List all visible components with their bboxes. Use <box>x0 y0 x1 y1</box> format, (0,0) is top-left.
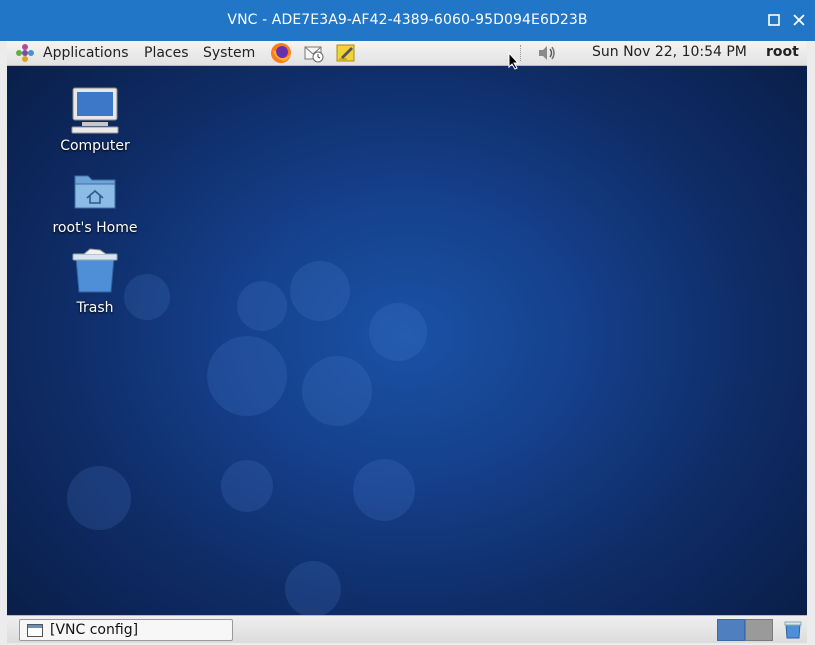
bokeh-decoration <box>207 336 287 416</box>
maximize-icon <box>768 14 780 26</box>
close-icon <box>793 14 805 26</box>
trash-applet-icon <box>784 621 802 639</box>
places-menu[interactable]: Places <box>144 44 189 62</box>
mail-launcher[interactable] <box>303 42 325 64</box>
panel-separator <box>520 45 523 61</box>
desktop-icon-label: Trash <box>76 300 114 316</box>
applications-label: Applications <box>43 45 129 61</box>
bokeh-decoration <box>290 261 350 321</box>
notes-icon <box>336 44 355 62</box>
desktop-icon-label: root's Home <box>52 220 138 236</box>
user-menu[interactable]: root <box>766 44 799 60</box>
window-titlebar: VNC - ADE7E3A9-AF42-4389-6060-95D094E6D2… <box>0 0 815 41</box>
close-button[interactable] <box>788 9 810 31</box>
window-icon <box>27 624 43 637</box>
mouse-cursor-icon <box>508 52 520 70</box>
bokeh-decoration <box>369 303 427 361</box>
home-folder-icon <box>74 175 116 209</box>
firefox-launcher[interactable] <box>270 42 292 64</box>
firefox-icon <box>271 43 291 63</box>
bottom-panel: [VNC config] <box>7 615 807 643</box>
bokeh-decoration <box>221 460 273 512</box>
volume-icon <box>539 46 555 60</box>
desktop-icon-home[interactable]: root's Home <box>45 168 145 236</box>
bokeh-decoration <box>353 459 415 521</box>
window-title: VNC - ADE7E3A9-AF42-4389-6060-95D094E6D2… <box>227 12 588 28</box>
task-label: [VNC config] <box>50 622 139 638</box>
top-panel: Applications Places System Sun Nov 22, 1… <box>7 41 807 66</box>
trash-icon <box>72 248 118 293</box>
workspace-2[interactable] <box>745 619 773 641</box>
desktop-background[interactable]: Computer root's Home Trash <box>7 66 807 615</box>
mail-clock-icon <box>304 46 324 63</box>
panel-clock[interactable]: Sun Nov 22, 10:54 PM <box>592 44 747 60</box>
trash-applet[interactable] <box>783 619 803 639</box>
bokeh-decoration <box>237 281 287 331</box>
bokeh-decoration <box>285 561 341 615</box>
computer-icon <box>71 87 119 134</box>
system-menu[interactable]: System <box>203 44 255 62</box>
gnome-foot-icon <box>16 44 34 62</box>
desktop-icon-trash[interactable]: Trash <box>45 248 145 316</box>
volume-control[interactable] <box>536 43 558 63</box>
maximize-button[interactable] <box>763 9 785 31</box>
bokeh-decoration <box>302 356 372 426</box>
notes-launcher[interactable] <box>335 42 357 64</box>
desktop-icon-computer[interactable]: Computer <box>45 86 145 154</box>
workspace-1[interactable] <box>717 619 745 641</box>
taskbar-button-vnc-config[interactable]: [VNC config] <box>19 619 233 641</box>
bokeh-decoration <box>67 466 131 530</box>
desktop-icon-label: Computer <box>60 138 130 154</box>
